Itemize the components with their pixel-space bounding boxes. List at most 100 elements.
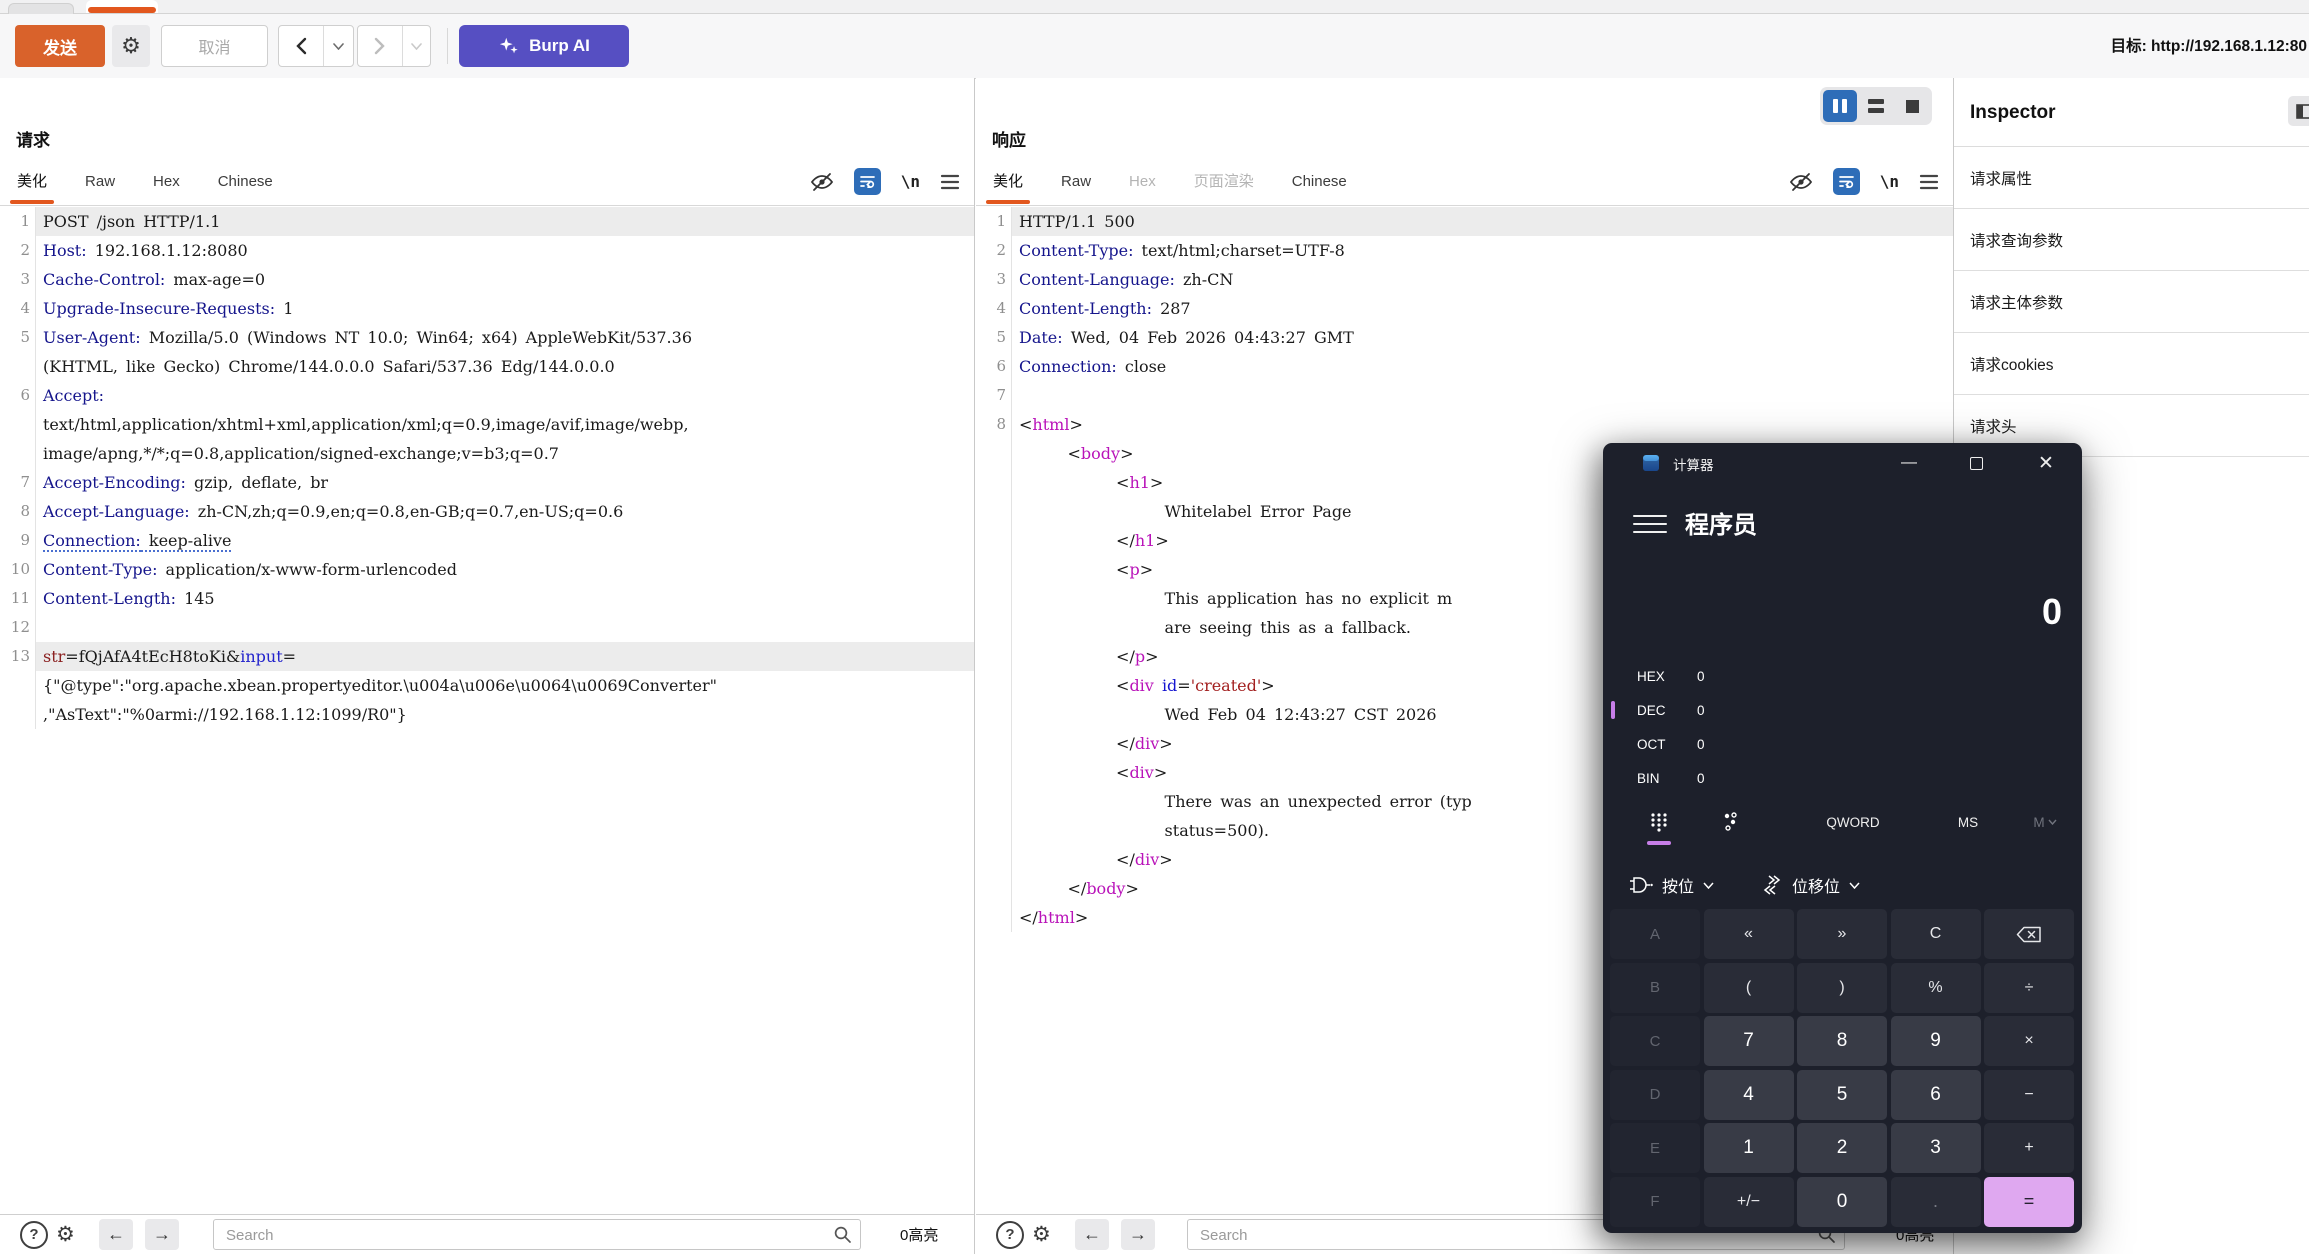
inspector-collapse-button[interactable] — [2288, 96, 2309, 126]
key-hex-E: E — [1610, 1123, 1700, 1173]
key-percent[interactable]: % — [1890, 962, 1981, 1013]
memory-store-button[interactable]: MS — [1943, 805, 1993, 839]
bitwise-controls: 按位 位移位 — [1603, 867, 2082, 903]
key-4[interactable]: 4 — [1703, 1069, 1794, 1120]
cancel-button[interactable]: 取消 — [161, 25, 268, 67]
inspector-section-2[interactable]: 请求查询参数 — [1954, 209, 2309, 271]
maximize-button[interactable] — [1953, 443, 1999, 483]
radix-row-oct[interactable]: OCT 0 — [1603, 727, 2082, 761]
code-line: 4 Upgrade-Insecure-Requests: 1 — [0, 294, 974, 323]
code-line: 9 Connection: keep-alive — [0, 526, 974, 555]
radix-row-bin[interactable]: BIN 0 — [1603, 761, 2082, 795]
word-wrap-toggle-active[interactable] — [853, 168, 881, 195]
memory-flyout-button: M — [2023, 805, 2067, 839]
bit-toggle-keypad-button[interactable] — [1711, 805, 1751, 839]
tab-Chinese[interactable]: Chinese — [1289, 160, 1350, 204]
editor-menu-icon[interactable] — [940, 174, 960, 190]
code-line: 1 POST /json HTTP/1.1 — [0, 207, 974, 236]
key-plus[interactable]: + — [1984, 1123, 2074, 1173]
code-line: 8 Accept-Language: zh-CN,zh;q=0.9,en;q=0.… — [0, 497, 974, 526]
calculator-titlebar[interactable]: 计算器 — ✕ — [1603, 443, 2082, 483]
key-5[interactable]: 5 — [1797, 1069, 1887, 1120]
editor-menu-icon[interactable] — [1919, 174, 1939, 190]
key-open-paren[interactable]: ( — [1703, 962, 1794, 1013]
hide-nonprintable-eye-slash-icon[interactable] — [810, 172, 834, 192]
send-settings-gear-icon[interactable]: ⚙ — [112, 25, 150, 67]
search-next-button[interactable]: → — [1121, 1219, 1155, 1250]
key-clear[interactable]: C — [1890, 909, 1981, 959]
burp-ai-button[interactable]: Burp AI — [459, 25, 629, 67]
key-divide[interactable]: ÷ — [1984, 962, 2074, 1013]
code-line: 3 Cache-Control: max-age=0 — [0, 265, 974, 294]
hide-nonprintable-eye-slash-icon[interactable] — [1789, 172, 1813, 192]
word-size-button[interactable]: QWORD — [1811, 805, 1895, 839]
key-7[interactable]: 7 — [1703, 1016, 1794, 1066]
bitwise-dropdown[interactable]: 按位 — [1629, 867, 1714, 903]
bitshift-dropdown[interactable]: 位移位 — [1761, 867, 1860, 903]
key-shift-right[interactable]: » — [1797, 909, 1887, 959]
inspector-section-3[interactable]: 请求主体参数 — [1954, 271, 2309, 333]
history-back-group — [278, 25, 354, 67]
radix-row-dec[interactable]: DEC 0 — [1603, 693, 2082, 727]
key-hex-D: D — [1610, 1069, 1700, 1120]
tab-美化[interactable]: 美化 — [985, 160, 1031, 204]
tab-Hex[interactable]: Hex — [150, 160, 183, 204]
radix-row-hex[interactable]: HEX 0 — [1603, 659, 2082, 693]
key-8[interactable]: 8 — [1797, 1016, 1887, 1066]
key-backspace[interactable] — [1984, 909, 2074, 959]
full-keypad-toggle-active[interactable] — [1639, 805, 1679, 839]
chevron-down-icon — [2048, 819, 2057, 825]
request-search-bar: ? ⚙ ← → 0高亮 — [0, 1214, 974, 1254]
key-9[interactable]: 9 — [1890, 1016, 1981, 1066]
hamburger-menu-icon[interactable] — [1633, 509, 1667, 539]
key-multiply[interactable]: × — [1984, 1016, 2074, 1066]
tab-Chinese[interactable]: Chinese — [215, 160, 276, 204]
key-0[interactable]: 0 — [1797, 1176, 1887, 1227]
close-button[interactable]: ✕ — [2023, 443, 2069, 483]
code-line: 7 Accept-Encoding: gzip, deflate, br — [0, 468, 974, 497]
tab-美化[interactable]: 美化 — [9, 160, 55, 204]
calculator-app-icon — [1643, 455, 1659, 471]
key-equals[interactable]: = — [1984, 1176, 2074, 1227]
help-icon[interactable]: ? — [20, 1219, 48, 1250]
show-newlines-icon[interactable]: \n — [901, 172, 920, 191]
layout-columns-toggle-active[interactable] — [1823, 90, 1857, 122]
key-close-paren[interactable]: ) — [1797, 962, 1887, 1013]
layout-tabs-toggle[interactable] — [1895, 90, 1929, 122]
request-search-input[interactable] — [224, 1220, 826, 1251]
word-wrap-toggle-active[interactable] — [1832, 168, 1860, 195]
show-newlines-icon[interactable]: \n — [1880, 172, 1899, 191]
inspector-section-4[interactable]: 请求cookies — [1954, 333, 2309, 395]
calculator-keypad: A «» C B()% ÷ C 7 8 9 × D 4 5 6− E 1 2 3 + F +/− 0. = — [1610, 909, 2075, 1227]
search-settings-gear-icon[interactable]: ⚙ — [1032, 1219, 1051, 1250]
tab-页面渲染: 页面渲染 — [1193, 173, 1254, 190]
key-negate[interactable]: +/− — [1703, 1176, 1794, 1227]
forward-button — [358, 26, 403, 66]
key-6[interactable]: 6 — [1890, 1069, 1981, 1120]
calculator-title: 计算器 — [1673, 458, 1714, 473]
tab-Raw[interactable]: Raw — [1058, 160, 1094, 204]
minimize-button[interactable]: — — [1886, 443, 1932, 483]
search-prev-button[interactable]: ← — [99, 1219, 133, 1250]
back-dropdown-button[interactable] — [324, 26, 353, 66]
target-url-label: 目标: http://192.168.1.12:80 — [2110, 38, 2307, 55]
inspector-section-1[interactable]: 请求属性 — [1954, 147, 2309, 209]
search-next-button[interactable]: → — [145, 1219, 179, 1250]
tab-Raw[interactable]: Raw — [82, 160, 118, 204]
key-3[interactable]: 3 — [1890, 1123, 1981, 1173]
key-2[interactable]: 2 — [1797, 1123, 1887, 1173]
request-editor[interactable]: 1 POST /json HTTP/1.1 2 Host: 192.168.1.12:… — [0, 207, 974, 1215]
panel-divider[interactable] — [974, 78, 975, 1254]
code-line: 4 Content-Length: 287 — [976, 294, 1953, 323]
search-settings-gear-icon[interactable]: ⚙ — [56, 1219, 75, 1250]
search-prev-button[interactable]: ← — [1075, 1219, 1109, 1250]
key-shift-left[interactable]: « — [1703, 909, 1794, 959]
back-button[interactable] — [279, 26, 324, 66]
code-line: 5 User-Agent: Mozilla/5.0 (Windows NT 10.… — [0, 323, 974, 352]
send-button[interactable]: 发送 — [15, 25, 105, 67]
key-1[interactable]: 1 — [1703, 1123, 1794, 1173]
help-icon[interactable]: ? — [996, 1219, 1024, 1250]
layout-rows-toggle[interactable] — [1859, 90, 1893, 122]
chevron-right-icon — [374, 37, 385, 55]
key-minus[interactable]: − — [1984, 1069, 2074, 1120]
